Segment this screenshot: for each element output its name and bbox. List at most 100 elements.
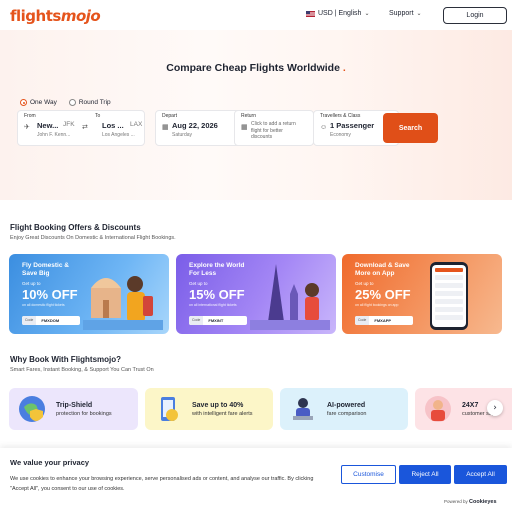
feature-card-trip-shield[interactable]: Trip-Shield protection for bookings — [9, 388, 138, 430]
radio-selected-icon — [20, 99, 27, 106]
coupon-code: FMXAPP — [374, 318, 392, 323]
calendar-icon: ▦ — [241, 124, 248, 131]
return-hint: Click to add a return flight for better … — [251, 121, 296, 140]
cookie-consent-banner: We value your privacy We use cookies to … — [0, 448, 512, 512]
return-label: Return — [241, 113, 257, 119]
feature-card-ai-compare[interactable]: AI-powered fare comparison — [280, 388, 408, 430]
site-header: flightsmojo USD | English ⌄ Support ⌄ Lo… — [0, 0, 512, 30]
currency-language-selector[interactable]: USD | English ⌄ — [306, 10, 369, 17]
from-airport-name: John F. Kenn... — [37, 132, 71, 138]
coupon-label: Code — [22, 316, 37, 325]
offer-card-domestic[interactable]: Fly Domestic & Save Big Get up to 10% OF… — [9, 254, 169, 334]
phone-screen — [432, 265, 466, 327]
flight-search-form: From To ✈ New... JFK John F. Kenn... ⇄ L… — [17, 110, 438, 148]
coupon-code: FMXDOM — [41, 318, 60, 323]
coupon-label: Code — [189, 316, 204, 325]
depart-date: Aug 22, 2026 — [172, 121, 218, 130]
depart-date-field[interactable]: Depart ▦ Aug 22, 2026 Saturday — [155, 110, 245, 146]
trip-option-one-way[interactable]: One Way — [20, 99, 57, 106]
offers-title: Flight Booking Offers & Discounts — [10, 223, 141, 232]
from-code: JFK — [63, 121, 75, 128]
offer-coupon: Code FMXINT — [189, 316, 247, 325]
to-airport-name: Los Angeles ... — [102, 132, 135, 138]
login-button[interactable]: Login — [443, 7, 507, 24]
to-code: LAX — [130, 121, 143, 128]
offer-fineprint: on all flight bookings on app — [355, 303, 399, 307]
coupon-code: FMXINT — [208, 318, 224, 323]
offer-title: Fly Domestic & Save Big — [22, 262, 69, 277]
cookie-powered-by: Powered by Cookieyes — [444, 499, 497, 505]
cabin-class: Economy — [330, 132, 351, 138]
offer-discount: 10% OFF — [22, 287, 78, 302]
chevron-down-icon: ⌄ — [364, 11, 370, 17]
return-date-field[interactable]: Return ▦ Click to add a return flight fo… — [234, 110, 314, 146]
hero-title: Compare Cheap Flights Worldwide . — [0, 62, 512, 74]
carousel-next-button[interactable]: › — [487, 400, 503, 416]
currency-language-label: USD | English — [318, 10, 362, 17]
offer-card-international[interactable]: Explore the World For Less Get up to 15%… — [176, 254, 336, 334]
site-logo[interactable]: flightsmojo — [10, 7, 101, 25]
travellers-label: Travellers & Class — [320, 113, 361, 119]
calendar-icon: ▦ — [162, 124, 169, 131]
offer-fineprint: on all domestic flight tickets — [22, 303, 65, 307]
swap-icon[interactable]: ⇄ — [82, 123, 92, 133]
traveller-monument-illustration — [83, 276, 163, 330]
hero-title-dot: . — [342, 62, 346, 74]
offer-discount: 15% OFF — [189, 287, 245, 302]
to-label: To — [95, 113, 101, 119]
phone-app-illustration — [430, 262, 468, 330]
depart-label: Depart — [162, 113, 178, 119]
feature-subtitle: fare comparison — [327, 411, 367, 417]
powered-by-label: Powered by — [444, 499, 468, 504]
cookie-accept-button[interactable]: Accept All — [454, 465, 507, 484]
offers-subtitle: Enjoy Great Discounts On Domestic & Inte… — [10, 235, 176, 241]
offer-title: Download & Save More on App — [355, 262, 410, 277]
world-landmarks-illustration — [250, 264, 330, 330]
cookieyes-brand: Cookieyes — [469, 499, 497, 505]
cookie-title: We value your privacy — [10, 458, 90, 467]
trip-type-selector: One Way Round Trip — [20, 99, 111, 106]
trip-option-label: One Way — [30, 99, 57, 106]
feature-card-fare-alerts[interactable]: Save up to 40% with intelligent fare ale… — [145, 388, 273, 430]
offer-coupon: Code FMXDOM — [22, 316, 80, 325]
trip-option-label: Round Trip — [78, 99, 111, 106]
radio-unselected-icon — [68, 99, 76, 106]
offer-title: Explore the World For Less — [189, 262, 245, 277]
person-laptop-icon — [293, 398, 313, 420]
logo-main-text: flights — [10, 7, 61, 25]
cookie-customise-button[interactable]: Customise — [341, 465, 396, 484]
phone-alert-icon — [161, 397, 178, 421]
search-flights-button[interactable]: Search — [383, 113, 438, 143]
offer-card-app[interactable]: Download & Save More on App Get up to 25… — [342, 254, 502, 334]
plane-takeoff-icon: ✈ — [24, 124, 30, 131]
globe-shield-icon — [19, 396, 45, 422]
cookie-reject-button[interactable]: Reject All — [399, 465, 451, 484]
from-label: From — [24, 113, 36, 119]
offer-upto: Get up to — [22, 281, 41, 286]
offer-coupon: Code FMXAPP — [355, 316, 413, 325]
feature-title: AI-powered — [327, 402, 366, 409]
feature-title: Trip-Shield — [56, 402, 93, 409]
to-city: Los ... — [102, 121, 124, 130]
support-menu[interactable]: Support ⌄ — [389, 10, 422, 17]
cookie-description: We use cookies to enhance your browsing … — [10, 476, 314, 492]
user-icon: ☺ — [320, 124, 328, 131]
support-agent-icon — [425, 396, 451, 422]
coupon-label: Code — [355, 316, 370, 325]
depart-day: Saturday — [172, 132, 193, 138]
hero-title-text: Compare Cheap Flights Worldwide — [166, 62, 340, 74]
from-to-field: From To ✈ New... JFK John F. Kenn... ⇄ L… — [17, 110, 145, 146]
trip-option-round-trip[interactable]: Round Trip — [68, 99, 111, 106]
hero-search-section: Compare Cheap Flights Worldwide . One Wa… — [0, 30, 512, 200]
offer-upto: Get up to — [189, 281, 208, 286]
passenger-count: 1 Passenger — [330, 121, 375, 130]
chevron-down-icon: ⌄ — [416, 11, 422, 17]
why-book-title: Why Book With Flightsmojo? — [10, 355, 122, 364]
feature-subtitle: with intelligent fare alerts — [192, 411, 253, 417]
from-city: New... — [37, 121, 59, 130]
feature-title: 24X7 — [462, 402, 479, 409]
offer-fineprint: on all international flight tickets — [189, 303, 237, 307]
why-book-subtitle: Smart Fares, Instant Booking, & Support … — [10, 367, 154, 373]
feature-title: Save up to 40% — [192, 402, 244, 409]
logo-accent-text: mojo — [60, 7, 101, 25]
